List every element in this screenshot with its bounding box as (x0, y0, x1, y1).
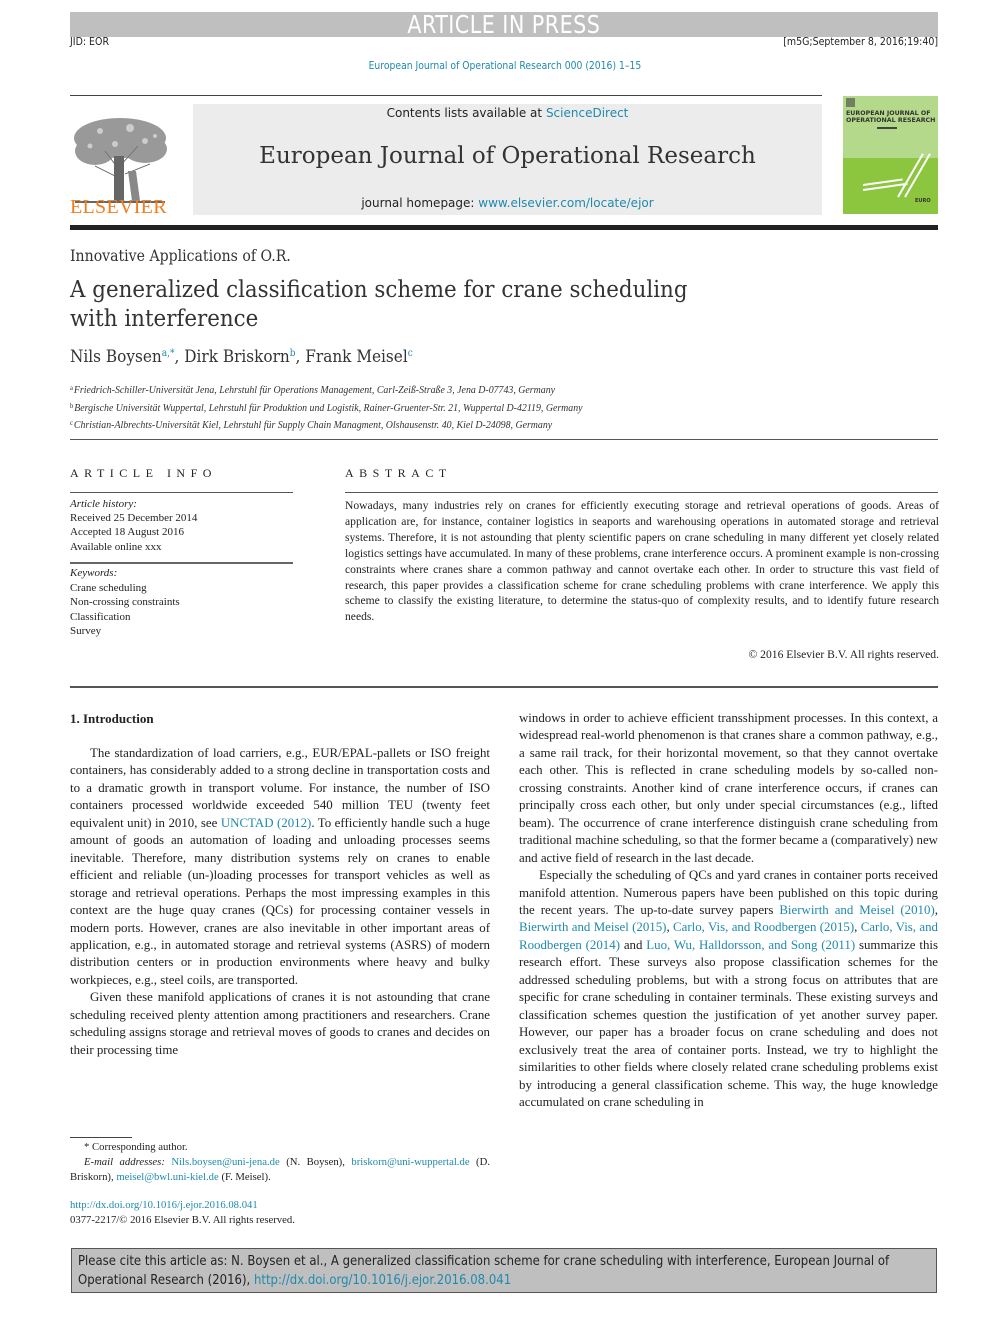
citation-link[interactable]: Luo, Wu, Halldorsson, and Song (2011) (646, 938, 855, 952)
footnote-rule (70, 1137, 132, 1138)
divider (70, 562, 293, 564)
email-label: E-mail addresses: (84, 1156, 165, 1168)
abstract-text: Nowadays, many industries rely on cranes… (345, 499, 939, 624)
author-name: Frank Meisel (305, 347, 408, 367)
paragraph-text: . To efficiently handle such a huge amou… (70, 815, 491, 987)
masthead-rule-bottom (70, 225, 938, 230)
email-link[interactable]: briskorn@uni-wuppertal.de (351, 1156, 469, 1168)
corresponding-author-note: * Corresponding author. (84, 1141, 188, 1153)
separator: , (934, 902, 938, 917)
keyword-item: Non-crossing constraints (70, 596, 180, 608)
keyword-item: Survey (70, 625, 102, 637)
author-list: Nils Boysena,*, Dirk Briskornb, Frank Me… (70, 347, 413, 367)
affiliation-text: Christian-Albrechts-Universität Kiel, Le… (73, 420, 553, 431)
journal-homepage-link[interactable]: www.elsevier.com/locate/ejor (478, 196, 653, 210)
homepage-line: journal homepage: www.elsevier.com/locat… (193, 196, 822, 210)
affiliation-mark: c (70, 419, 73, 427)
footnotes: * Corresponding author. E-mail addresses… (70, 1140, 490, 1185)
keyword-item: Crane scheduling (70, 581, 147, 594)
section-type: Innovative Applications of O.R. (70, 246, 291, 265)
article-in-press-banner: ARTICLE IN PRESS (70, 12, 938, 37)
doi-link[interactable]: http://dx.doi.org/10.1016/j.ejor.2016.08… (70, 1198, 295, 1213)
masthead-rule-top (70, 95, 822, 96)
affiliation-item: cChristian-Albrechts-Universität Kiel, L… (70, 416, 583, 434)
cover-volume-mark (877, 127, 897, 129)
journal-id: JID: EOR (70, 36, 110, 48)
divider (70, 492, 293, 493)
affiliation-mark: a (70, 384, 73, 392)
divider (70, 439, 938, 440)
citation-doi-link[interactable]: http://dx.doi.org/10.1016/j.ejor.2016.08… (254, 1272, 511, 1288)
cover-title-line1: EUROPEAN JOURNAL OF (846, 110, 931, 117)
citation-link[interactable]: UNCTAD (2012) (221, 816, 312, 830)
divider (345, 492, 938, 493)
affiliations: aFriedrich-Schiller-Universität Jena, Le… (70, 381, 615, 434)
author-affiliation-mark[interactable]: a,* (162, 348, 175, 359)
doi-block: http://dx.doi.org/10.1016/j.ejor.2016.08… (70, 1198, 295, 1228)
affiliation-text: Friedrich-Schiller-Universität Jena, Leh… (73, 385, 556, 396)
keyword-item: Classification (70, 610, 131, 623)
keywords: Keywords: Crane scheduling Non-crossing … (70, 566, 180, 639)
citation-link[interactable]: Bierwirth and Meisel (2010) (779, 903, 934, 917)
email-link[interactable]: Nils.boysen@uni-jena.de (171, 1156, 279, 1168)
cover-badge: EURO (915, 198, 931, 204)
cover-publisher-icon (846, 98, 855, 107)
author-affiliation-mark[interactable]: c (408, 348, 413, 359)
paragraph: Given these manifold applications of cra… (70, 990, 490, 1057)
build-stamp: [m5G;September 8, 2016;19:40] (783, 36, 938, 48)
author-name: Nils Boysen (70, 347, 162, 367)
paragraph: windows in order to achieve efficient tr… (519, 711, 938, 865)
contents-prefix: Contents lists available at (386, 106, 546, 120)
abstract-copyright: © 2016 Elsevier B.V. All rights reserved… (748, 648, 939, 661)
cover-stripe (897, 153, 924, 198)
email-note: E-mail addresses: Nils.boysen@uni-jena.d… (70, 1155, 490, 1185)
issn-line: 0377-2217/© 2016 Elsevier B.V. All right… (70, 1214, 295, 1226)
sciencedirect-link[interactable]: ScienceDirect (546, 106, 628, 120)
history-item: Accepted 18 August 2016 (70, 526, 184, 539)
affiliation-item: bBergische Universität Wuppertal, Lehrst… (70, 399, 583, 417)
contents-line: Contents lists available at ScienceDirec… (193, 106, 822, 120)
divider (70, 686, 938, 688)
history-label: Article history: (70, 498, 137, 510)
cover-title-line2: OPERATIONAL RESEARCH (846, 117, 936, 124)
homepage-prefix: journal homepage: (361, 196, 479, 210)
abstract-heading: ABSTRACT (345, 466, 452, 480)
author-name: Dirk Briskorn (184, 347, 290, 367)
section-heading: 1. Introduction (70, 711, 154, 726)
journal-reference-link[interactable]: European Journal of Operational Research… (0, 60, 992, 72)
citation-box: Please cite this article as: N. Boysen e… (71, 1248, 937, 1293)
article-history: Article history: Received 25 December 20… (70, 497, 197, 554)
affiliation-text: Bergische Universität Wuppertal, Lehrstu… (74, 402, 583, 414)
journal-title: European Journal of Operational Research (259, 143, 756, 169)
article-info-heading: ARTICLE INFO (70, 466, 217, 480)
elsevier-wordmark: ELSEVIER (70, 196, 167, 218)
cover-title: EUROPEAN JOURNAL OF OPERATIONAL RESEARCH (846, 110, 935, 124)
paragraph: The standardization of load carriers, e.… (70, 745, 490, 989)
citation-content: Please cite this article as: N. Boysen e… (78, 1252, 938, 1290)
citation-link[interactable]: Carlo, Vis, and Roodbergen (2015) (673, 920, 854, 934)
citation-link[interactable]: Bierwirth and Meisel (2015) (519, 920, 666, 934)
paragraph: Especially the scheduling of QCs and yar… (519, 867, 938, 1111)
affiliation-item: aFriedrich-Schiller-Universität Jena, Le… (70, 381, 583, 399)
banner-text: ARTICLE IN PRESS (407, 10, 601, 39)
history-item: Received 25 December 2014 (70, 512, 198, 525)
author-affiliation-mark[interactable]: b (290, 348, 296, 359)
email-link[interactable]: meisel@bwl.uni-kiel.de (116, 1171, 218, 1183)
affiliation-mark: b (70, 401, 74, 410)
journal-reference-text[interactable]: European Journal of Operational Research… (369, 60, 642, 72)
paragraph-text: summarize this research effort. These su… (519, 937, 938, 1109)
journal-cover-thumbnail[interactable]: EUROPEAN JOURNAL OF OPERATIONAL RESEARCH… (843, 96, 938, 214)
email-owner: (F. Meisel). (218, 1171, 271, 1183)
keywords-label: Keywords: (70, 567, 118, 579)
email-owner: (N. Boysen), (279, 1156, 352, 1168)
history-item: Available online xxx (70, 540, 162, 553)
separator: and (619, 937, 647, 952)
body-column-left: The standardization of load carriers, e.… (70, 745, 490, 1059)
body-column-right: windows in order to achieve efficient tr… (519, 710, 938, 1111)
paper-title: A generalized classification scheme for … (70, 277, 688, 332)
